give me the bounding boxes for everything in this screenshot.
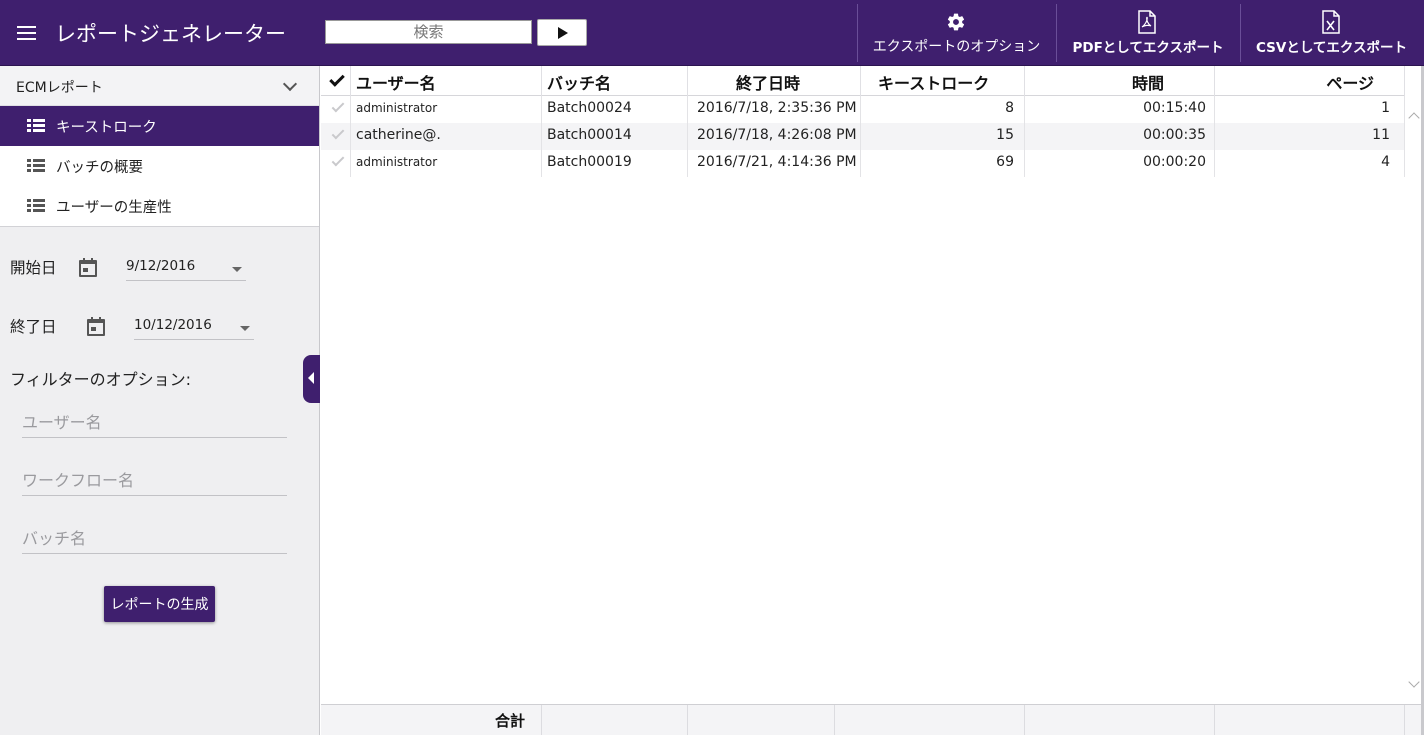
search-go-button[interactable] [537, 19, 587, 46]
sidebar-collapse-toggle[interactable] [303, 355, 320, 403]
start-date-label: 開始日 [10, 259, 57, 277]
check-icon [329, 71, 345, 87]
export-pdf-button[interactable]: PDFとしてエクスポート [1057, 4, 1239, 62]
sidebar-item-label: ユーザーの生産性 [56, 200, 172, 216]
column-header-end-time[interactable]: 終了日時 [688, 66, 861, 96]
sidebar: ECMレポート キーストローク バッチの概要 ユーザーの生産性 開始日 9/12… [0, 66, 320, 735]
cell-end-time: 2016/7/18, 2:35:36 PM [688, 96, 861, 123]
check-icon [331, 126, 345, 140]
cell-pages: 1 [1215, 96, 1405, 123]
play-icon [558, 27, 568, 39]
table-row[interactable]: administrator Batch00019 2016/7/21, 4:14… [321, 150, 1405, 177]
table-row[interactable]: administrator Batch00024 2016/7/18, 2:35… [321, 96, 1405, 123]
caret-down-icon [232, 267, 242, 272]
grid-header: ユーザー名 バッチ名 終了日時 キーストローク 時間 ページ [321, 66, 1405, 96]
hamburger-menu-icon[interactable] [17, 25, 38, 41]
search-input[interactable] [325, 20, 532, 44]
end-date-picker[interactable]: 10/12/2016 [134, 314, 254, 340]
sidebar-item-batch-summary[interactable]: バッチの概要 [0, 146, 319, 186]
end-date-value: 10/12/2016 [134, 317, 212, 333]
row-checkbox[interactable] [321, 123, 351, 150]
sidebar-item-keystrokes[interactable]: キーストローク [0, 106, 319, 146]
report-grid: ユーザー名 バッチ名 終了日時 キーストローク 時間 ページ administr… [321, 66, 1424, 735]
cell-user: administrator [351, 150, 542, 177]
export-csv-button[interactable]: CSVとしてエクスポート [1241, 4, 1422, 62]
app-header: レポートジェネレーター エクスポートのオプション PDFとしてエクスポート CS… [0, 0, 1424, 66]
divider [0, 226, 319, 227]
start-date-picker[interactable]: 9/12/2016 [126, 255, 246, 281]
scroll-up-icon[interactable] [1408, 112, 1420, 124]
column-header-user[interactable]: ユーザー名 [351, 66, 542, 96]
column-header-pages[interactable]: ページ [1215, 66, 1405, 96]
cell-keystrokes: 15 [861, 123, 1025, 150]
cell-user: administrator [351, 96, 542, 123]
footer-cell [688, 705, 835, 735]
footer-total-label: 合計 [321, 705, 542, 735]
caret-down-icon [240, 326, 250, 331]
generate-report-button[interactable]: レポートの生成 [104, 586, 215, 622]
report-group-toggle[interactable]: ECMレポート [0, 66, 319, 106]
calendar-icon[interactable] [87, 317, 105, 336]
list-icon [27, 159, 45, 173]
cell-end-time: 2016/7/21, 4:14:36 PM [688, 150, 861, 177]
cell-time: 00:00:35 [1025, 123, 1215, 150]
column-header-time[interactable]: 時間 [1025, 66, 1215, 96]
report-group-label: ECMレポート [16, 80, 103, 96]
column-header-keystrokes[interactable]: キーストローク [861, 66, 1025, 96]
scroll-down-icon[interactable] [1408, 676, 1420, 688]
workflow-name-filter[interactable] [22, 466, 287, 496]
cell-end-time: 2016/7/18, 4:26:08 PM [688, 123, 861, 150]
sidebar-item-label: キーストローク [56, 120, 157, 136]
cell-batch: Batch00024 [542, 96, 688, 123]
footer-cell [1215, 705, 1405, 735]
sidebar-item-user-productivity[interactable]: ユーザーの生産性 [0, 186, 319, 226]
list-icon [27, 199, 45, 213]
cell-time: 00:15:40 [1025, 96, 1215, 123]
footer-cell [542, 705, 688, 735]
table-row[interactable]: catherine@. Batch00014 2016/7/18, 4:26:0… [321, 123, 1405, 150]
cell-pages: 11 [1215, 123, 1405, 150]
column-header-batch[interactable]: バッチ名 [542, 66, 688, 96]
footer-cell [835, 705, 1025, 735]
pdf-file-icon [1138, 10, 1156, 34]
row-checkbox[interactable] [321, 96, 351, 123]
export-options-button[interactable]: エクスポートのオプション [858, 4, 1055, 62]
caret-left-icon [308, 372, 314, 384]
cell-batch: Batch00019 [542, 150, 688, 177]
end-date-label: 終了日 [10, 318, 57, 336]
export-options-label: エクスポートのオプション [872, 39, 1041, 55]
cell-batch: Batch00014 [542, 123, 688, 150]
start-date-value: 9/12/2016 [126, 258, 196, 274]
check-icon [331, 153, 345, 167]
cell-user: catherine@. [351, 123, 542, 150]
filter-options-heading: フィルターのオプション: [10, 370, 192, 389]
cell-keystrokes: 69 [861, 150, 1025, 177]
batch-name-filter[interactable] [22, 524, 287, 554]
chevron-down-icon [282, 76, 298, 92]
cell-keystrokes: 8 [861, 96, 1025, 123]
cell-pages: 4 [1215, 150, 1405, 177]
check-icon [331, 99, 345, 113]
grid-footer: 合計 [321, 704, 1424, 735]
select-all-checkbox[interactable] [321, 66, 351, 96]
gear-icon [947, 13, 965, 31]
sidebar-item-label: バッチの概要 [56, 160, 143, 176]
export-pdf-label: PDFとしてエクスポート [1072, 40, 1224, 56]
user-name-filter[interactable] [22, 408, 287, 438]
footer-cell [1025, 705, 1215, 735]
row-checkbox[interactable] [321, 150, 351, 177]
cell-time: 00:00:20 [1025, 150, 1215, 177]
app-title: レポートジェネレーター [55, 22, 286, 46]
excel-file-icon [1322, 10, 1340, 34]
export-csv-label: CSVとしてエクスポート [1255, 40, 1408, 56]
calendar-icon[interactable] [79, 258, 97, 277]
list-icon [27, 119, 45, 133]
